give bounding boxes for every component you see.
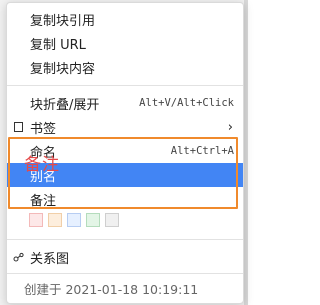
scrollbar[interactable] — [244, 0, 248, 305]
menu-item-label: 块折叠/展开 — [30, 97, 100, 113]
chevron-right-icon: › — [227, 119, 233, 135]
menu-item-relation-graph[interactable]: 关系图 — [7, 245, 243, 269]
menu-separator — [7, 85, 243, 86]
color-swatch-gray[interactable] — [105, 213, 119, 227]
bookmark-icon — [12, 121, 24, 133]
created-timestamp: 创建于 2021-01-18 10:19:11 — [24, 282, 199, 297]
menu-item-label: 复制块内容 — [30, 61, 96, 77]
color-swatch-red[interactable] — [29, 213, 43, 227]
menu-item-label: 关系图 — [30, 251, 70, 267]
color-swatch-green[interactable] — [86, 213, 100, 227]
menu-item-copy-block-content[interactable]: 复制块内容 — [7, 55, 243, 79]
menu-item-name[interactable]: 命名 Alt+Ctrl+A — [7, 139, 243, 163]
menu-item-label: 复制块引用 — [30, 13, 96, 29]
context-menu: 复制块引用 复制 URL 复制块内容 块折叠/展开 Alt+V/Alt+Clic… — [6, 2, 244, 304]
menu-item-shortcut: Alt+V/Alt+Click — [139, 97, 234, 109]
menu-separator — [7, 239, 243, 240]
menu-item-label: 备注 — [30, 193, 57, 209]
menu-item-copy-url[interactable]: 复制 URL — [7, 31, 243, 55]
menu-item-label: 书签 — [30, 121, 57, 137]
menu-item-memo[interactable]: 备注 — [7, 187, 243, 211]
menu-item-label: 复制 URL — [30, 37, 86, 53]
menu-separator — [7, 273, 243, 274]
menu-item-fold[interactable]: 块折叠/展开 Alt+V/Alt+Click — [7, 91, 243, 115]
menu-item-shortcut: Alt+Ctrl+A — [170, 145, 234, 157]
menu-item-copy-block-ref[interactable]: 复制块引用 — [7, 7, 243, 31]
graph-icon — [12, 251, 24, 263]
color-swatches — [29, 213, 119, 227]
color-swatch-orange[interactable] — [48, 213, 62, 227]
menu-item-alias[interactable]: 别名 — [7, 163, 243, 187]
menu-item-label: 别名 — [30, 169, 57, 185]
menu-item-label: 命名 — [30, 145, 57, 161]
menu-item-bookmark[interactable]: 书签 › — [7, 115, 243, 139]
color-swatch-blue[interactable] — [67, 213, 81, 227]
